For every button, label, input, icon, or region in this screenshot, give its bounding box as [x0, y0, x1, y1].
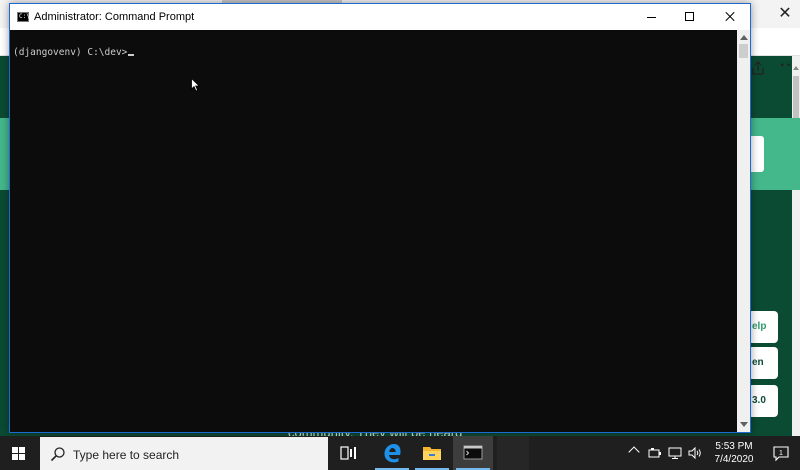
maximize-icon	[685, 12, 694, 21]
close-button[interactable]	[711, 4, 749, 30]
scroll-up-arrow-icon[interactable]	[740, 35, 748, 40]
battery-icon[interactable]	[648, 446, 662, 460]
prompt-line: (djangovenv) C:\dev>	[13, 47, 135, 58]
mouse-pointer-icon	[191, 78, 201, 92]
share-icon[interactable]	[750, 60, 766, 76]
window-titlebar[interactable]: C:\ Administrator: Command Prompt	[10, 4, 750, 30]
file-explorer-taskbar-button[interactable]	[412, 436, 452, 470]
minimize-icon	[647, 17, 656, 18]
system-tray: 5:53 PM 7/4/2020 1	[624, 436, 800, 470]
background-version-button[interactable]: 3.0	[748, 385, 778, 417]
command-prompt-taskbar-button[interactable]	[453, 436, 493, 470]
network-icon[interactable]	[668, 446, 682, 460]
file-explorer-icon	[423, 447, 441, 460]
search-placeholder: Type here to search	[73, 448, 180, 462]
command-prompt-app-icon[interactable]: C:\	[17, 12, 30, 22]
command-prompt-icon	[463, 445, 483, 460]
task-view-icon	[340, 446, 356, 460]
chevron-up-icon[interactable]	[628, 446, 640, 458]
background-scrollbar[interactable]	[792, 56, 800, 436]
notification-icon: 1	[773, 446, 789, 462]
scroll-up-arrow-icon[interactable]	[793, 66, 799, 70]
background-close-icon[interactable]: ✕	[770, 2, 800, 26]
background-help-button[interactable]: elp	[748, 311, 778, 343]
taskbar-search-box[interactable]: Type here to search	[40, 437, 328, 470]
scroll-thumb[interactable]	[739, 44, 748, 58]
start-button[interactable]	[0, 436, 38, 470]
edge-taskbar-button[interactable]	[372, 436, 412, 470]
command-prompt-window[interactable]: C:\ Administrator: Command Prompt (djang…	[9, 3, 751, 433]
edge-browser-icon	[384, 444, 401, 463]
taskbar-empty-slot	[497, 436, 529, 470]
volume-icon[interactable]	[688, 446, 702, 460]
taskbar-clock[interactable]: 5:53 PM 7/4/2020	[710, 440, 758, 466]
text-cursor	[128, 54, 135, 56]
background-en-button[interactable]: en	[748, 347, 778, 379]
console-scrollbar[interactable]	[737, 30, 750, 432]
maximize-button[interactable]	[671, 4, 709, 30]
taskbar: Type here to search 5:53 PM 7/4/2020 1	[0, 436, 800, 470]
action-center-button[interactable]: 1	[772, 444, 790, 462]
search-icon	[50, 447, 65, 462]
task-view-button[interactable]	[329, 436, 369, 470]
window-title: Administrator: Command Prompt	[34, 11, 195, 23]
notification-count: 1	[779, 450, 783, 457]
console-output[interactable]: (djangovenv) C:\dev>	[10, 30, 737, 432]
prompt-text: (djangovenv) C:\dev>	[13, 47, 128, 58]
clock-date: 7/4/2020	[714, 454, 754, 465]
scroll-down-arrow-icon[interactable]	[740, 422, 748, 427]
clock-time: 5:53 PM	[715, 441, 753, 452]
minimize-button[interactable]	[633, 4, 671, 30]
